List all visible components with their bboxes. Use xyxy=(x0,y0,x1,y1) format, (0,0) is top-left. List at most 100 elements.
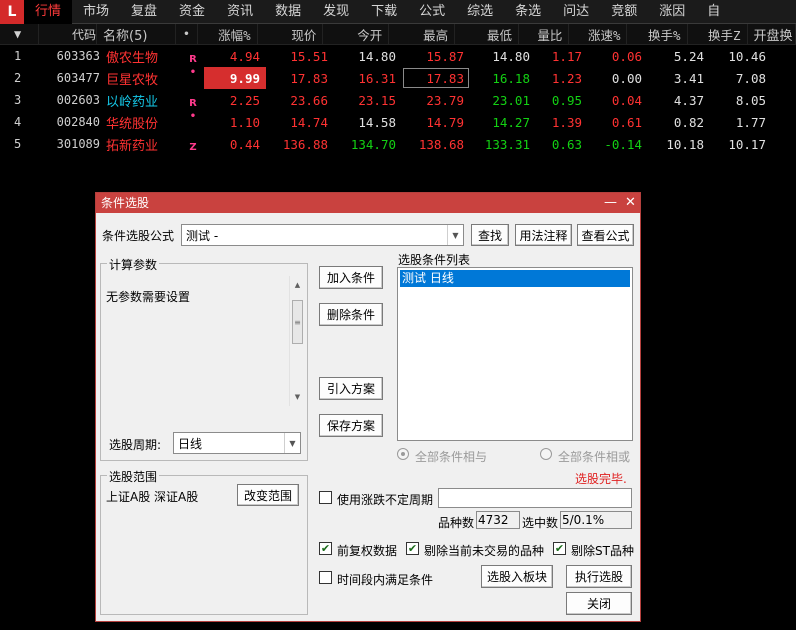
radio-or[interactable] xyxy=(540,448,552,460)
remove-untraded-checkbox[interactable]: ✔ xyxy=(406,542,419,555)
stock-code: 002603 xyxy=(56,93,100,107)
dialog-title-bar[interactable]: 条件选股 — ✕ xyxy=(96,193,640,213)
execute-screening-button[interactable]: 执行选股 xyxy=(566,565,632,588)
add-condition-button[interactable]: 加入条件 xyxy=(319,266,383,289)
add-to-block-button[interactable]: 选股入板块 xyxy=(481,565,553,588)
pre-rights-checkbox[interactable]: ✔ xyxy=(319,542,332,555)
app-logo-icon[interactable]: L xyxy=(0,0,24,24)
menu-item-zhangyin[interactable]: 涨因 xyxy=(648,0,696,24)
params-text: 无参数需要设置 xyxy=(106,290,191,304)
col-header-low[interactable]: 最低 xyxy=(455,24,519,44)
volume-ratio: 0.63 xyxy=(551,136,582,152)
list-item[interactable]: 测试 日线 xyxy=(400,270,630,287)
col-header-turnover-z[interactable]: 换手Z xyxy=(688,24,748,44)
stock-code: 603363 xyxy=(56,49,100,63)
turnover-z: 1.77 xyxy=(735,114,766,130)
high: 23.79 xyxy=(426,92,464,108)
menu-item-zongxuan[interactable]: 综选 xyxy=(456,0,504,24)
period-label: 选股周期: xyxy=(109,438,162,452)
params-group-title: 计算参数 xyxy=(107,256,160,273)
menu-item-hangqing[interactable]: 行情 xyxy=(24,0,73,24)
uncertain-period-checkbox[interactable] xyxy=(319,491,332,504)
params-scrollbar[interactable]: ▲ ≡ ▼ xyxy=(289,276,304,406)
sort-arrow-icon[interactable]: ▼ xyxy=(0,24,40,44)
high: 14.79 xyxy=(426,114,464,130)
save-scheme-button[interactable]: 保存方案 xyxy=(319,414,383,437)
col-header-price[interactable]: 现价 xyxy=(258,24,324,44)
col-header-code[interactable]: 代码 xyxy=(39,24,97,44)
table-row[interactable]: 2 603477 巨星农牧 • 9.99 17.83 16.31 17.83 1… xyxy=(0,67,796,89)
turnover: 4.37 xyxy=(673,92,704,108)
speed: -0.14 xyxy=(604,136,642,152)
high: 138.68 xyxy=(418,136,464,152)
table-row[interactable]: 5 301089 拓新药业 Z 0.44 136.88 134.70 138.6… xyxy=(0,133,796,155)
chevron-down-icon[interactable]: ▼ xyxy=(284,433,300,453)
menu-item-shichang[interactable]: 市场 xyxy=(72,0,120,24)
table-row[interactable]: 1 603363 傲农生物 R 4.94 15.51 14.80 15.87 1… xyxy=(0,45,796,67)
col-header-volume-ratio[interactable]: 量比 xyxy=(519,24,570,44)
turnover: 3.41 xyxy=(673,70,704,86)
scroll-up-icon[interactable]: ▲ xyxy=(290,278,305,292)
stock-code: 301089 xyxy=(56,137,100,151)
usage-notes-button[interactable]: 用法注释 xyxy=(515,224,572,246)
flag-dot-icon: • xyxy=(189,111,197,122)
menu-item-zixun[interactable]: 资讯 xyxy=(216,0,264,24)
change-pct: 2.25 xyxy=(229,92,260,108)
open: 14.58 xyxy=(358,114,396,130)
menu-item-xiazai[interactable]: 下载 xyxy=(360,0,408,24)
menu-item-shuju[interactable]: 数据 xyxy=(264,0,312,24)
find-button[interactable]: 查找 xyxy=(471,224,509,246)
radio-and[interactable] xyxy=(397,448,409,460)
close-button[interactable]: 关闭 xyxy=(566,592,632,615)
delete-condition-button[interactable]: 删除条件 xyxy=(319,303,383,326)
uncertain-period-input[interactable] xyxy=(438,488,632,508)
formula-select[interactable]: 测试 - ▼ xyxy=(181,224,464,246)
price: 15.51 xyxy=(290,48,328,64)
change-range-button[interactable]: 改变范围 xyxy=(237,484,299,506)
col-header-change-pct[interactable]: 涨幅% xyxy=(198,24,258,44)
turnover-z: 10.17 xyxy=(728,136,766,152)
col-header-open-turnover[interactable]: 开盘换 xyxy=(748,24,796,44)
time-range-checkbox[interactable] xyxy=(319,571,332,584)
high: 15.87 xyxy=(426,48,464,64)
price: 17.83 xyxy=(290,70,328,86)
scroll-thumb[interactable]: ≡ xyxy=(292,300,303,344)
turnover: 10.18 xyxy=(666,136,704,152)
table-row[interactable]: 3 002603 以岭药业 R 2.25 23.66 23.15 23.79 2… xyxy=(0,89,796,111)
table-row[interactable]: 4 002840 华统股份 • 1.10 14.74 14.58 14.79 1… xyxy=(0,111,796,133)
col-header-dot[interactable]: • xyxy=(176,24,198,44)
uncertain-period-label: 使用涨跌不定周期 xyxy=(337,493,434,507)
import-scheme-button[interactable]: 引入方案 xyxy=(319,377,383,400)
menu-item-zi[interactable]: 自 xyxy=(696,0,731,24)
col-header-name[interactable]: 名称(5) xyxy=(97,24,177,44)
menu-item-tiaoxuan[interactable]: 条选 xyxy=(504,0,552,24)
col-header-turnover[interactable]: 换手% xyxy=(627,24,688,44)
menu-item-fupan[interactable]: 复盘 xyxy=(120,0,168,24)
low: 23.01 xyxy=(492,92,530,108)
low: 14.27 xyxy=(492,114,530,130)
menu-item-gongshi[interactable]: 公式 xyxy=(408,0,456,24)
change-pct: 0.44 xyxy=(229,136,260,152)
col-header-speed[interactable]: 涨速% xyxy=(569,24,628,44)
col-header-open[interactable]: 今开 xyxy=(323,24,390,44)
speed: 0.61 xyxy=(611,114,642,130)
remove-st-checkbox[interactable]: ✔ xyxy=(553,542,566,555)
scroll-down-icon[interactable]: ▼ xyxy=(290,390,305,404)
view-formula-button[interactable]: 查看公式 xyxy=(577,224,634,246)
chevron-down-icon[interactable]: ▼ xyxy=(447,225,463,245)
menu-item-wenda[interactable]: 问达 xyxy=(552,0,600,24)
col-header-high[interactable]: 最高 xyxy=(389,24,456,44)
price: 136.88 xyxy=(282,136,328,152)
minimize-icon[interactable]: — xyxy=(604,193,617,213)
close-icon[interactable]: ✕ xyxy=(625,193,636,213)
count-label: 品种数 xyxy=(438,516,475,530)
top-menu-bar: L 行情 市场 复盘 资金 资讯 数据 发现 下载 公式 综选 条选 问达 竞额… xyxy=(0,0,796,24)
condition-list[interactable]: 测试 日线 xyxy=(397,267,633,441)
params-group: 计算参数 无参数需要设置 ▲ ≡ ▼ 选股周期: 日线 ▼ xyxy=(100,256,308,461)
menu-item-faxian[interactable]: 发现 xyxy=(312,0,360,24)
menu-item-zijin[interactable]: 资金 xyxy=(168,0,216,24)
low: 133.31 xyxy=(484,136,530,152)
app-window: L 行情 市场 复盘 资金 资讯 数据 发现 下载 公式 综选 条选 问达 竞额… xyxy=(0,0,796,630)
period-select[interactable]: 日线 ▼ xyxy=(173,432,301,454)
menu-item-jinge[interactable]: 竞额 xyxy=(600,0,648,24)
